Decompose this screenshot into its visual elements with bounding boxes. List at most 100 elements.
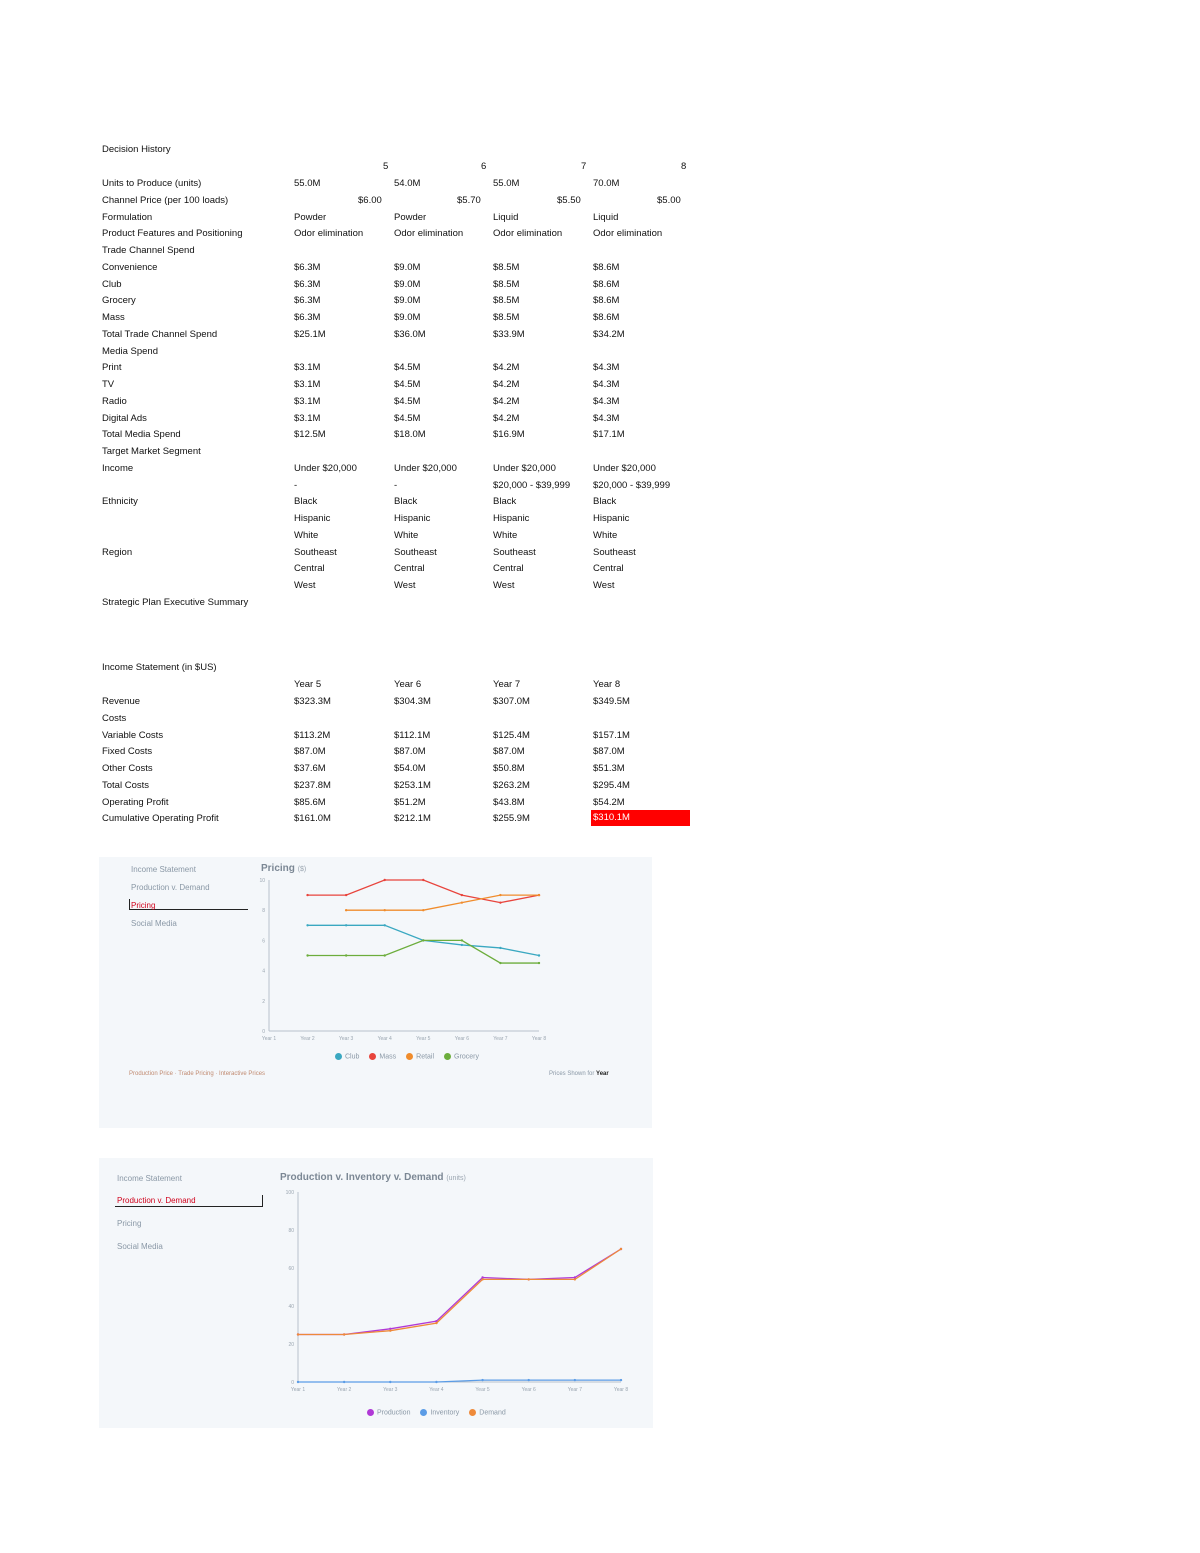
cell: $4.5M — [394, 362, 421, 374]
year-header: 7 — [581, 161, 587, 172]
pricing-legend: Club Mass Retail Grocery — [325, 1053, 479, 1060]
production-chart: 0 20 40 60 80 100 Year 1 Year 2 Year 3 Year 4 Year… — [286, 1190, 629, 1393]
cell: $87.0M — [394, 746, 426, 758]
legend-dot — [406, 1053, 414, 1060]
cell: $20,000 - $39,999 — [493, 479, 571, 491]
cell: $4.5M — [394, 412, 421, 424]
cell: $6.3M — [294, 312, 321, 323]
pricing-chart: 0 2 4 6 8 10 Year 1 Year 2 Year 3 Year 4 Year 5 Yea… — [259, 878, 546, 1042]
cell: $4.2M — [493, 379, 520, 390]
data-point — [527, 1378, 530, 1382]
cell: Liquid — [593, 211, 619, 223]
legend-label[interactable]: Grocery — [454, 1053, 479, 1060]
cell: Liquid — [493, 211, 519, 223]
data-point — [344, 924, 348, 927]
series-line-retail — [346, 894, 539, 911]
data-point — [344, 909, 348, 912]
cell: Central — [294, 563, 325, 575]
row-label: Mass — [102, 312, 125, 323]
row-label: Trade Channel Spend — [102, 245, 195, 256]
row-label: Region — [102, 546, 133, 558]
cell: Odor elimination — [593, 228, 663, 240]
y-tick-label: 10 — [259, 878, 265, 884]
data-point — [460, 901, 464, 904]
row-label: Other Costs — [102, 763, 153, 774]
x-tick-label: Year 3 — [339, 1036, 353, 1042]
cell: $237.8M — [294, 779, 331, 791]
x-tick-label: Year 7 — [493, 1036, 507, 1042]
legend-label[interactable]: Club — [345, 1053, 359, 1060]
cell: $51.2M — [394, 796, 426, 808]
cell: West — [394, 580, 416, 591]
cell: $54.2M — [593, 796, 625, 808]
legend-dot — [335, 1053, 342, 1060]
cell: Central — [394, 563, 425, 575]
cell: $8.5M — [493, 312, 520, 323]
legend-dot — [444, 1053, 452, 1060]
series-line-production — [298, 1248, 622, 1336]
data-point — [296, 1380, 300, 1384]
data-point — [389, 1329, 392, 1332]
cell: 54.0M — [394, 178, 421, 189]
cell: $295.4M — [593, 779, 630, 791]
legend-label[interactable]: Production — [377, 1409, 410, 1416]
x-tick-label: Year 3 — [383, 1387, 397, 1393]
year-header: 8 — [681, 161, 687, 172]
cell: Hispanic — [493, 513, 530, 524]
data-point — [573, 1278, 577, 1281]
cell: $8.6M — [593, 312, 620, 323]
cell: - — [394, 479, 398, 491]
cell: 55.0M — [493, 178, 520, 189]
row-label: Units to Produce (units) — [102, 178, 202, 189]
data-point — [383, 909, 386, 912]
cell: $3.1M — [294, 362, 321, 374]
data-point — [422, 939, 425, 942]
cell: Under $20,000 — [394, 462, 457, 474]
data-point — [499, 893, 502, 897]
cell: $12.5M — [294, 429, 326, 441]
cell: $6.3M — [294, 261, 321, 273]
data-point — [435, 1380, 438, 1384]
data-point — [435, 1321, 438, 1325]
cell: White — [294, 529, 319, 541]
cell: Hispanic — [593, 513, 630, 524]
data-point — [481, 1378, 484, 1382]
cell: $4.3M — [593, 379, 620, 390]
cell: $323.3M — [294, 696, 331, 707]
cell: $54.0M — [394, 763, 426, 774]
cell: $4.2M — [493, 412, 520, 424]
title-text: Decision History — [102, 144, 171, 155]
row-label: Fixed Costs — [102, 746, 153, 758]
legend-label[interactable]: Mass — [379, 1053, 396, 1060]
legend-label[interactable]: Retail — [416, 1053, 434, 1060]
data-point — [306, 954, 309, 957]
cell: $25.1M — [294, 328, 326, 340]
row-label: Costs — [102, 712, 127, 724]
legend-dot — [367, 1409, 374, 1416]
legend-label[interactable]: Demand — [479, 1409, 505, 1416]
legend-label[interactable]: Inventory — [430, 1409, 459, 1416]
legend-dot — [420, 1409, 428, 1416]
y-tick-label: 80 — [288, 1228, 294, 1234]
cell: $6.3M — [294, 295, 321, 307]
cell: $87.0M — [294, 746, 326, 758]
cell: Black — [394, 496, 418, 508]
x-tick-label: Year 6 — [522, 1387, 536, 1393]
year-header: Year 6 — [394, 679, 422, 690]
cell: $50.8M — [493, 763, 525, 774]
row-label: Total Costs — [102, 779, 149, 791]
cell: $6.3M — [294, 278, 321, 290]
cell: $349.5M — [593, 696, 630, 707]
cell: Southeast — [493, 546, 536, 558]
cell: $18.0M — [394, 429, 426, 441]
y-tick-label: 20 — [288, 1342, 294, 1348]
cell: Powder — [294, 211, 327, 223]
pricing-panel: Income Statement Production v. Demand Pr… — [99, 857, 652, 1128]
cell: $212.1M — [394, 813, 431, 825]
pricing-footer-left[interactable]: Production Price · Trade Pricing · Inter… — [129, 1071, 265, 1077]
y-tick-label: 100 — [286, 1190, 295, 1196]
cell: White — [394, 529, 419, 541]
cell: $9.0M — [394, 295, 421, 307]
data-point — [460, 943, 464, 947]
data-point — [422, 878, 425, 882]
